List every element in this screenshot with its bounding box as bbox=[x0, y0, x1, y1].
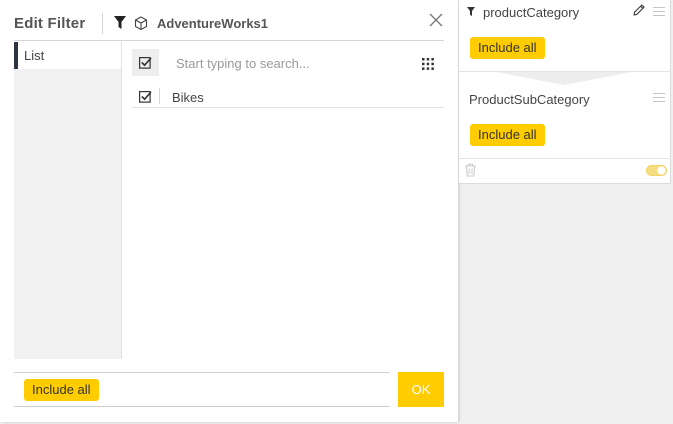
ok-button[interactable]: OK bbox=[398, 372, 444, 407]
pencil-icon[interactable] bbox=[632, 3, 646, 17]
selection-summary-field: Include all bbox=[14, 372, 390, 407]
filter-title-product-category: productCategory bbox=[483, 5, 580, 20]
trash-icon[interactable] bbox=[464, 163, 477, 177]
funnel-icon bbox=[467, 7, 475, 16]
drag-handle-icon[interactable] bbox=[653, 93, 665, 102]
include-all-pill[interactable]: Include all bbox=[470, 124, 545, 146]
filter-divider bbox=[459, 158, 671, 159]
toggle-switch-icon[interactable] bbox=[646, 165, 667, 176]
drag-handle-icon[interactable] bbox=[653, 7, 665, 16]
list-item[interactable]: Bikes bbox=[132, 86, 444, 108]
checkbox-checked-icon bbox=[139, 57, 152, 69]
close-icon[interactable] bbox=[428, 12, 444, 28]
dialog-title: Edit Filter bbox=[14, 15, 86, 32]
filter-panel: productCategory Include all ProductSubCa… bbox=[459, 0, 671, 184]
search-input[interactable] bbox=[168, 52, 416, 74]
include-all-pill[interactable]: Include all bbox=[24, 379, 99, 401]
list-item-label: Bikes bbox=[172, 90, 204, 105]
checkbox-checked-icon[interactable] bbox=[139, 90, 152, 103]
edit-filter-dialog: Edit Filter AdventureWorks1 List Bi bbox=[0, 0, 458, 422]
hierarchy-arrow-icon bbox=[496, 72, 632, 85]
funnel-icon bbox=[114, 16, 126, 29]
tab-list[interactable]: List bbox=[14, 42, 121, 69]
cube-icon bbox=[134, 16, 148, 30]
item-divider bbox=[159, 88, 160, 104]
select-all-checkbox[interactable] bbox=[132, 49, 159, 76]
include-all-pill[interactable]: Include all bbox=[470, 37, 545, 59]
datasource-name: AdventureWorks1 bbox=[157, 16, 269, 31]
filter-title-product-subcategory: ProductSubCategory bbox=[469, 92, 590, 107]
title-separator bbox=[102, 13, 103, 34]
grid-dots-icon[interactable] bbox=[422, 58, 434, 70]
filter-type-sidebar: List bbox=[14, 42, 122, 359]
header-divider bbox=[14, 40, 444, 41]
